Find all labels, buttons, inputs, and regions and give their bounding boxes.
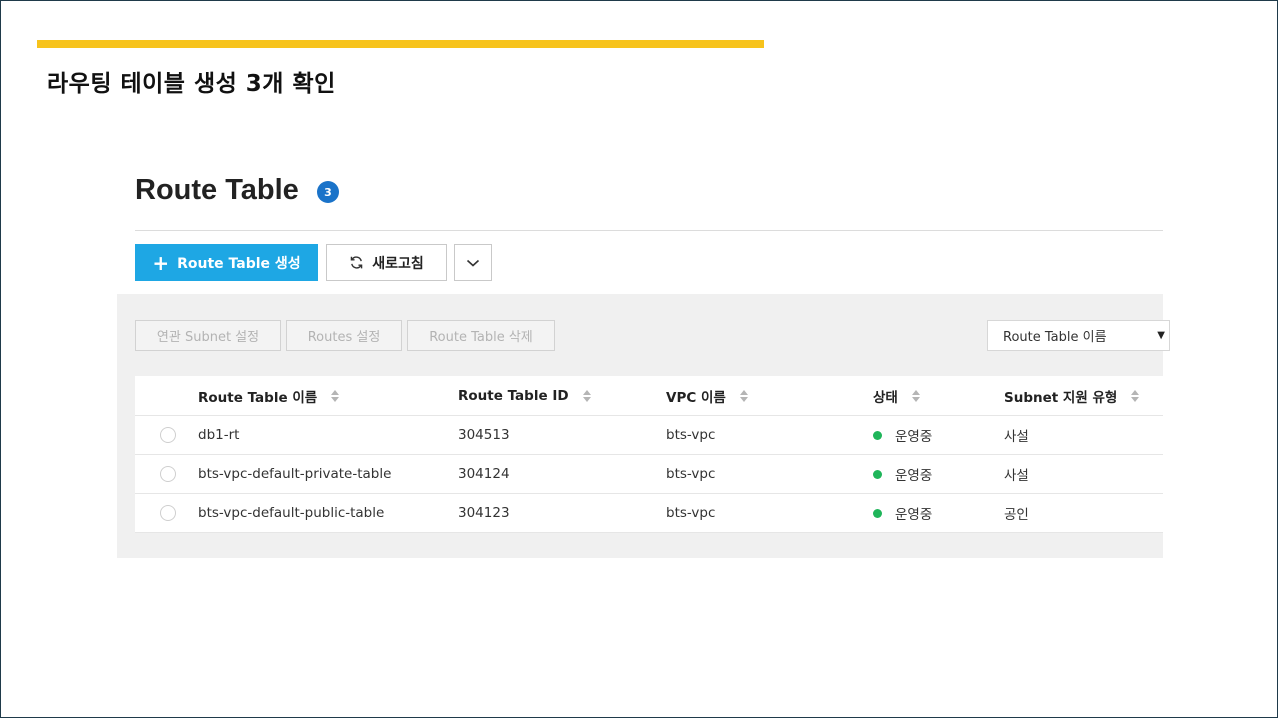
- sort-icon[interactable]: [582, 389, 591, 403]
- column-header-name[interactable]: Route Table 이름: [198, 376, 340, 415]
- table-row[interactable]: bts-vpc-default-public-table 304123 bts-…: [135, 494, 1163, 533]
- row-subnet-type: 공인: [1004, 507, 1029, 523]
- column-header-id[interactable]: Route Table ID: [458, 376, 591, 415]
- plus-icon: +: [152, 250, 170, 275]
- slide-title: 라우팅 테이블 생성 3개 확인: [47, 71, 336, 97]
- route-table-list: Route Table 이름 Route Table ID VPC 이름 상태 …: [135, 376, 1163, 533]
- table-row[interactable]: db1-rt 304513 bts-vpc 운영중 사설: [135, 416, 1163, 455]
- row-vpc: bts-vpc: [666, 466, 716, 482]
- row-status: 운영중: [873, 455, 932, 493]
- row-id: 304513: [458, 427, 510, 443]
- column-header-status[interactable]: 상태: [873, 376, 920, 415]
- sort-icon[interactable]: [1131, 389, 1140, 403]
- sort-icon[interactable]: [331, 389, 340, 403]
- refresh-button[interactable]: 새로고침: [326, 244, 447, 281]
- table-header: Route Table 이름 Route Table ID VPC 이름 상태 …: [135, 376, 1163, 416]
- table-row[interactable]: bts-vpc-default-private-table 304124 bts…: [135, 455, 1163, 494]
- sort-icon[interactable]: [739, 389, 748, 403]
- filter-selected-value: Route Table 이름: [1003, 330, 1107, 345]
- create-button-label: Route Table 생성: [177, 255, 301, 272]
- row-vpc: bts-vpc: [666, 427, 716, 443]
- refresh-icon: [350, 256, 363, 269]
- row-subnet-type: 사설: [1004, 429, 1029, 445]
- status-dot-icon: [873, 469, 882, 479]
- chevron-down-icon: [466, 259, 480, 267]
- create-route-table-button[interactable]: + Route Table 생성: [135, 244, 318, 281]
- row-subnet-type: 사설: [1004, 468, 1029, 484]
- row-radio[interactable]: [160, 505, 176, 521]
- status-dot-icon: [873, 430, 882, 440]
- page-title: Route Table: [135, 174, 299, 206]
- refresh-button-label: 새로고침: [372, 255, 424, 272]
- column-header-vpc[interactable]: VPC 이름: [666, 376, 748, 415]
- count-badge: 3: [317, 181, 339, 203]
- search-filter-select[interactable]: Route Table 이름 ▼: [987, 320, 1170, 351]
- row-status: 운영중: [873, 494, 932, 532]
- row-name: bts-vpc-default-public-table: [198, 505, 385, 521]
- row-status: 운영중: [873, 416, 932, 454]
- slide-accent-bar: [37, 40, 764, 48]
- row-id: 304123: [458, 505, 510, 521]
- status-dot-icon: [873, 508, 882, 518]
- row-name: bts-vpc-default-private-table: [198, 466, 392, 482]
- delete-route-table-button[interactable]: Route Table 삭제: [407, 320, 555, 351]
- row-vpc: bts-vpc: [666, 505, 716, 521]
- row-id: 304124: [458, 466, 510, 482]
- row-name: db1-rt: [198, 427, 240, 443]
- row-radio[interactable]: [160, 466, 176, 482]
- sort-icon[interactable]: [911, 389, 920, 403]
- row-radio[interactable]: [160, 427, 176, 443]
- routes-setting-button[interactable]: Routes 설정: [286, 320, 402, 351]
- more-dropdown-button[interactable]: [454, 244, 492, 281]
- subnet-setting-button[interactable]: 연관 Subnet 설정: [135, 320, 281, 351]
- column-header-subnet-type[interactable]: Subnet 지원 유형: [1004, 376, 1140, 415]
- title-divider: [135, 230, 1163, 231]
- caret-down-icon: ▼: [1157, 330, 1165, 341]
